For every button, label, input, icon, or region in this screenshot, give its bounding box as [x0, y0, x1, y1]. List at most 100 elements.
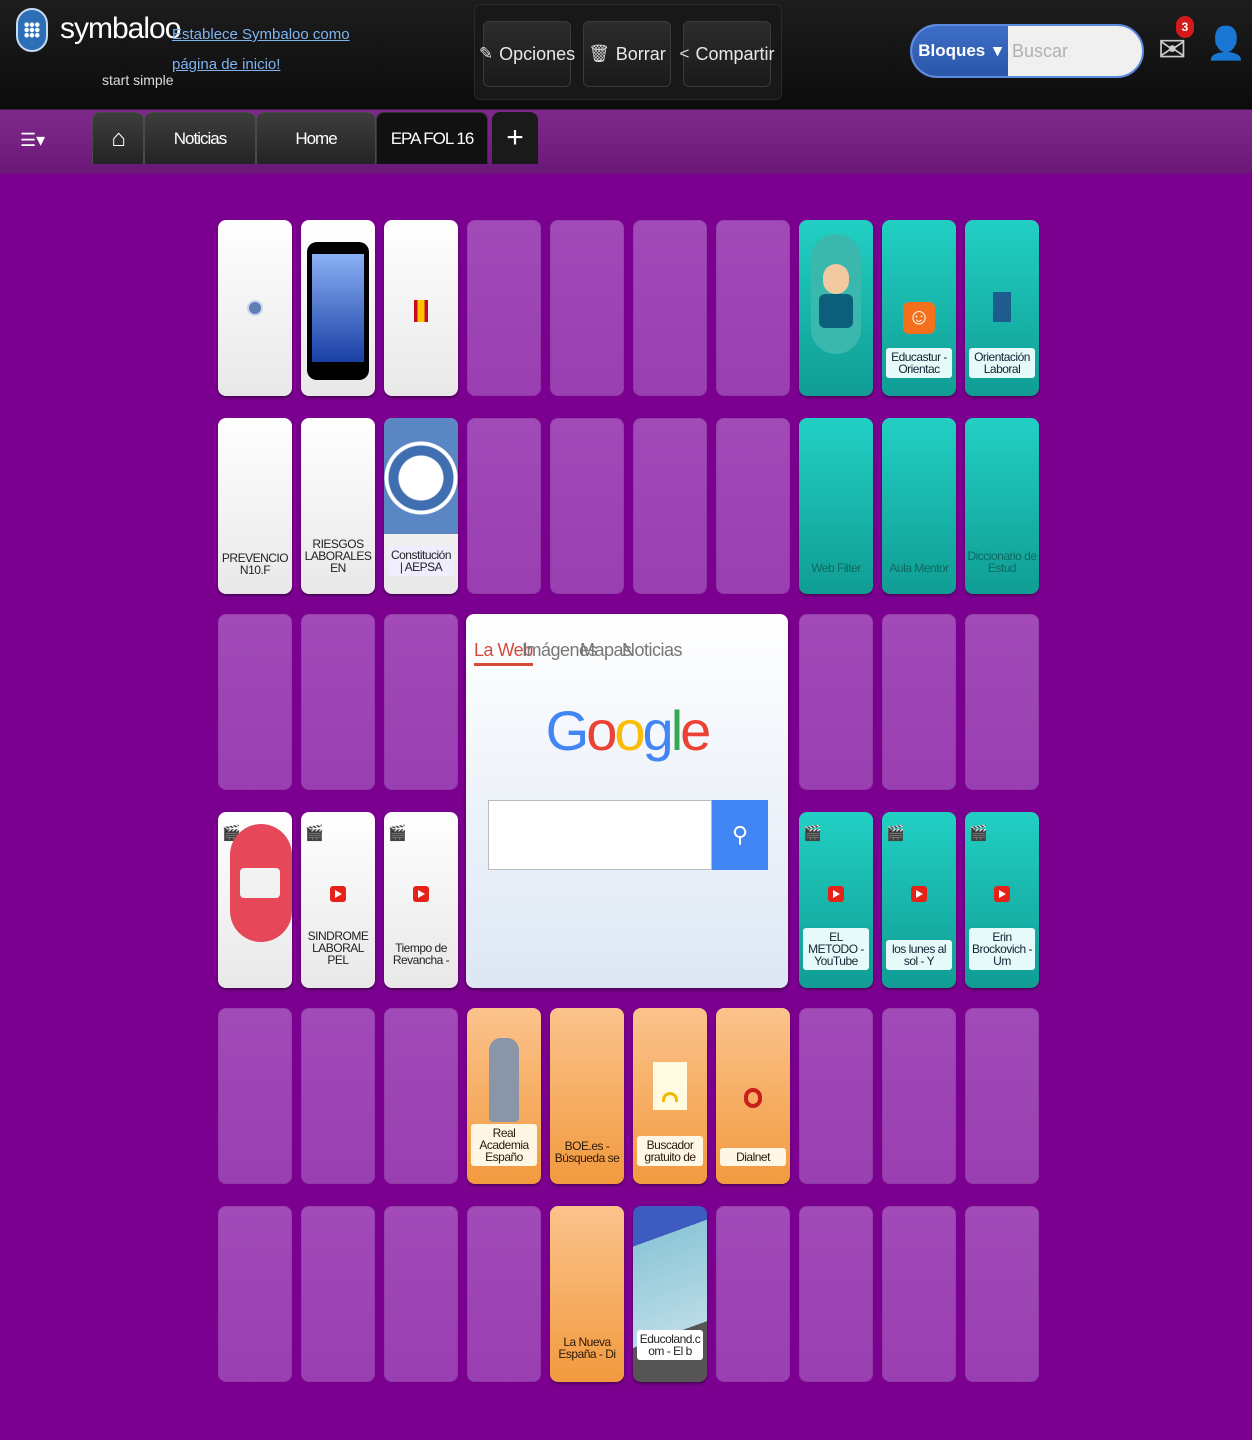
- tile-empty: [467, 1206, 541, 1382]
- tile-empty: [716, 418, 790, 594]
- share-label: Compartir: [695, 43, 775, 64]
- search-input[interactable]: [1012, 36, 1140, 66]
- tile-label: Tiempo de Revancha -: [392, 941, 450, 967]
- tile-educastur[interactable]: ☺ Educastur - Orientac: [882, 220, 956, 396]
- chevron-down-icon: ▾: [993, 41, 1002, 60]
- tile-educoland[interactable]: Educoland.com - El b: [633, 1206, 707, 1382]
- tile-label: Educoland.com - El b: [637, 1330, 703, 1360]
- flag-icon: [414, 300, 428, 322]
- tagline: start simple: [102, 72, 174, 88]
- tab-label: Noticias: [173, 128, 227, 148]
- tile-empty: [218, 614, 292, 790]
- video-clapper-icon: 🎬: [388, 825, 407, 842]
- tile-buscador[interactable]: Buscador gratuito de: [633, 1008, 707, 1184]
- tile-empty: [218, 1206, 292, 1382]
- blocks-label: Bloques: [918, 41, 986, 60]
- tile-dialnet[interactable]: Dialnet: [716, 1008, 790, 1184]
- tile-label: Dialnet: [720, 1148, 786, 1166]
- tile-empty: [384, 1008, 458, 1184]
- tile-empty: [301, 1008, 375, 1184]
- smile-icon: ☺: [903, 302, 935, 334]
- tile-spain-gov[interactable]: [384, 220, 458, 396]
- tile-web-link[interactable]: [218, 220, 292, 396]
- boombox-icon: [230, 824, 292, 942]
- google-logo: Google: [545, 699, 712, 762]
- dialnet-icon: [744, 1088, 762, 1108]
- tile-empty: [882, 1008, 956, 1184]
- tab-epa-fol-16[interactable]: EPA FOL 16: [376, 112, 488, 164]
- tile-boe[interactable]: BOE.es - Búsqueda se: [550, 1008, 624, 1184]
- youtube-icon: [994, 886, 1010, 902]
- tile-avatar[interactable]: [799, 220, 873, 396]
- tile-label: RIESGOS LABORALES EN: [304, 537, 372, 575]
- tile-prevencion[interactable]: PREVENCION10.F: [218, 418, 292, 594]
- tab-noticias[interactable]: Noticias: [144, 112, 256, 164]
- brand-name: symbaloo: [60, 12, 181, 45]
- edit-icon: ✎: [478, 44, 494, 63]
- tile-sindrome[interactable]: 🎬 SINDROME LABORAL PEL: [301, 812, 375, 988]
- top-bar: symbaloo start simple Establece Symbaloo…: [0, 0, 1252, 110]
- google-tab-news[interactable]: Noticias: [622, 640, 683, 661]
- tab-home[interactable]: Home: [256, 112, 376, 164]
- video-clapper-icon: 🎬: [886, 825, 905, 842]
- tile-label: Educastur - Orientac: [886, 348, 952, 378]
- tile-orientacion[interactable]: Orientación Laboral: [965, 220, 1039, 396]
- tile-empty: [799, 1206, 873, 1382]
- eye-logo-icon: [653, 1062, 687, 1110]
- tile-riesgos[interactable]: RIESGOS LABORALES EN: [301, 418, 375, 594]
- share-icon: <: [679, 44, 690, 63]
- add-tab-button[interactable]: +: [492, 112, 538, 164]
- tile-lunes[interactable]: 🎬 los lunes al sol - Y: [882, 812, 956, 988]
- tile-empty: [799, 1008, 873, 1184]
- tile-label: Diccionario de Estud: [967, 549, 1037, 575]
- video-clapper-icon: 🎬: [803, 825, 822, 842]
- search-icon: ⚲: [731, 822, 749, 847]
- symbaloo-logo-icon[interactable]: [16, 8, 48, 52]
- video-clapper-icon: 🎬: [305, 825, 324, 842]
- home-icon: ⌂: [111, 124, 125, 152]
- options-button[interactable]: ✎ Opciones: [479, 21, 575, 87]
- google-search-button[interactable]: ⚲: [712, 800, 768, 870]
- tile-label: PREVENCION10.F: [221, 551, 289, 577]
- tile-diccionario[interactable]: Diccionario de Estud: [965, 418, 1039, 594]
- tile-phone[interactable]: [301, 220, 375, 396]
- plus-icon: +: [506, 121, 524, 154]
- youtube-icon: [911, 886, 927, 902]
- tile-empty: [882, 1206, 956, 1382]
- tile-empty: [633, 220, 707, 396]
- google-search-input[interactable]: [488, 800, 712, 870]
- delete-label: Borrar: [615, 43, 666, 64]
- tile-empty: [633, 418, 707, 594]
- tile-label: Orientación Laboral: [969, 348, 1035, 378]
- tile-label: SINDROME LABORAL PEL: [307, 929, 369, 967]
- tile-label: Web Filter: [811, 561, 861, 575]
- tile-label: Erin Brockovich - Um: [969, 928, 1035, 970]
- set-homepage-link[interactable]: Establece Symbaloo como página de inicio…: [172, 20, 372, 80]
- tile-empty: [218, 1008, 292, 1184]
- tab-home-icon[interactable]: ⌂: [92, 112, 144, 164]
- tile-radio[interactable]: 🎬: [218, 812, 292, 988]
- youtube-icon: [413, 886, 429, 902]
- youtube-icon: [330, 886, 346, 902]
- options-label: Opciones: [499, 43, 576, 64]
- tile-label: Constitución | AEPSA: [388, 546, 454, 576]
- tile-constitucion[interactable]: Constitución | AEPSA: [384, 418, 458, 594]
- tile-erin[interactable]: 🎬 Erin Brockovich - Um: [965, 812, 1039, 988]
- tile-empty: [965, 614, 1039, 790]
- tile-metodo[interactable]: 🎬 EL METODO - YouTube: [799, 812, 873, 988]
- tile-webfilter[interactable]: Web Filter: [799, 418, 873, 594]
- tile-nuevaespana[interactable]: La Nueva España - Di: [550, 1206, 624, 1382]
- tile-aulamentor[interactable]: Aula Mentor: [882, 418, 956, 594]
- tile-empty: [716, 220, 790, 396]
- tile-tiempo[interactable]: 🎬 Tiempo de Revancha -: [384, 812, 458, 988]
- tile-label: Real Academia Españo: [471, 1124, 537, 1166]
- logo-icon: [993, 292, 1011, 322]
- share-button[interactable]: < Compartir: [679, 21, 775, 87]
- blocks-dropdown[interactable]: Bloques ▾: [912, 26, 1008, 76]
- globe-icon: [247, 300, 263, 316]
- tab-menu-icon[interactable]: ☰▾: [20, 130, 45, 151]
- user-menu-icon[interactable]: 👤: [1206, 24, 1246, 62]
- tile-rae[interactable]: Real Academia Españo: [467, 1008, 541, 1184]
- tile-empty: [882, 614, 956, 790]
- delete-button[interactable]: 🗑 Borrar: [583, 21, 671, 87]
